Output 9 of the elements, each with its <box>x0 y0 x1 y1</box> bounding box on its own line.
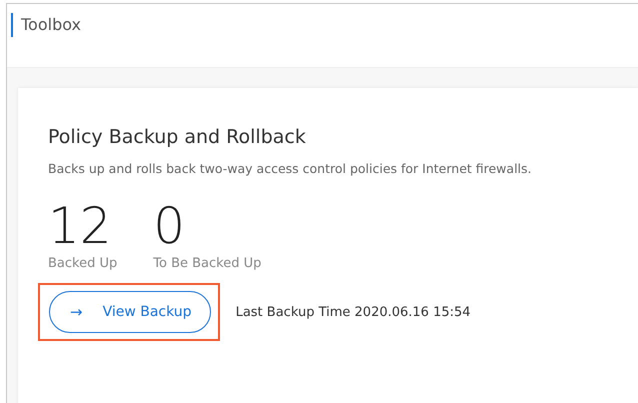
view-backup-button[interactable]: → View Backup <box>49 291 211 333</box>
stat-value: 12 <box>48 198 113 254</box>
stat-value: 0 <box>153 198 186 254</box>
card-description: Backs up and rolls back two-way access control policies for Internet firewalls. <box>48 161 533 176</box>
card-title: Policy Backup and Rollback <box>48 126 307 148</box>
stat-label: To Be Backed Up <box>153 256 262 271</box>
last-backup-time: Last Backup Time 2020.06.16 15:54 <box>236 304 471 320</box>
page-title: Toolbox <box>11 13 81 37</box>
stat-label: Backed Up <box>48 256 118 271</box>
